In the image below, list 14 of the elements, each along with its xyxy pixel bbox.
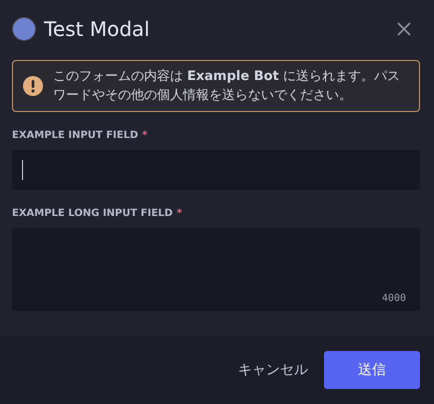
cancel-button[interactable]: キャンセル <box>236 353 310 387</box>
text-area[interactable]: 4000 <box>12 228 420 311</box>
close-icon[interactable] <box>396 21 412 37</box>
field-label: EXAMPLE INPUT FIELD <box>12 130 138 141</box>
character-counter: 4000 <box>382 293 406 304</box>
required-mark: * <box>176 208 182 219</box>
required-mark: * <box>142 130 148 141</box>
submit-button[interactable]: 送信 <box>324 351 420 389</box>
warning-icon <box>23 76 43 96</box>
field-label: EXAMPLE LONG INPUT FIELD <box>12 208 173 219</box>
notice-text: このフォームの内容は Example Bot に送られます。パスワードやその他の個人情報を送らないでください。 <box>53 68 402 105</box>
avatar-icon <box>12 17 36 41</box>
input-field[interactable] <box>12 150 420 190</box>
window-title: Test Modal <box>44 17 150 41</box>
